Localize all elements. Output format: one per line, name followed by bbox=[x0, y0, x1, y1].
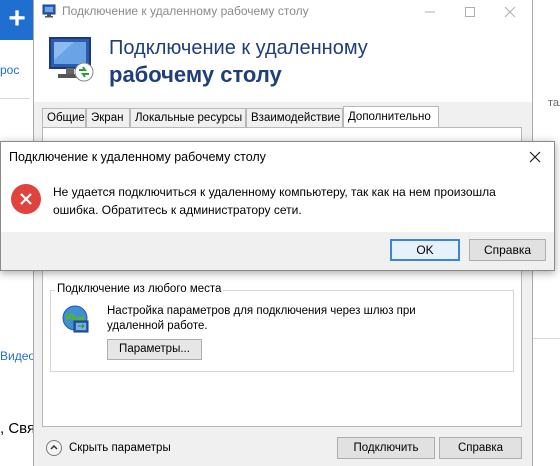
error-x-icon bbox=[11, 184, 41, 214]
error-message-line2: ошибка. Обратитесь к администратору сети… bbox=[53, 203, 302, 217]
rdp-titlebar: Подключение к удаленному рабочему столу bbox=[34, 0, 532, 24]
globe-network-icon bbox=[62, 305, 89, 333]
rdp-help-button[interactable]: Справка bbox=[439, 437, 522, 459]
rdp-header-title-line1: Подключение к удаленному bbox=[109, 37, 368, 59]
minimize-button[interactable] bbox=[410, 0, 450, 24]
gateway-settings-button[interactable]: Параметры... bbox=[107, 339, 202, 360]
tab-experience[interactable]: Взаимодействие bbox=[246, 108, 343, 127]
maximize-button[interactable] bbox=[450, 0, 490, 24]
background-text-fragment: , Свя bbox=[0, 420, 36, 437]
gateway-group-title: Подключение из любого места bbox=[55, 283, 224, 295]
rdp-header: Подключение к удаленному рабочему столу bbox=[34, 24, 532, 102]
maximize-icon bbox=[465, 7, 475, 17]
rdp-close-button[interactable] bbox=[490, 0, 530, 24]
background-divider-right bbox=[530, 338, 560, 339]
error-dialog: Подключение к удаленному рабочему столу … bbox=[0, 141, 555, 271]
error-dialog-body: Не удается подключиться к удаленному ком… bbox=[1, 172, 554, 232]
error-dialog-title: Подключение к удаленному рабочему столу bbox=[9, 150, 266, 164]
gateway-description-line2: удаленной работе. bbox=[107, 320, 208, 332]
chevron-up-glyph bbox=[50, 444, 58, 450]
error-dialog-titlebar: Подключение к удаленному рабочему столу bbox=[1, 142, 554, 172]
close-icon bbox=[504, 6, 516, 18]
connect-button[interactable]: Подключить bbox=[337, 437, 435, 459]
background-link-fragment: рос bbox=[0, 63, 20, 77]
tab-display[interactable]: Экран bbox=[86, 108, 130, 127]
tab-advanced[interactable]: Дополнительно bbox=[343, 106, 439, 128]
background-right-fragment: тале bbox=[548, 97, 560, 109]
gateway-description-line1: Настройка параметров для подключения чер… bbox=[107, 305, 416, 317]
chevron-up-icon[interactable] bbox=[46, 440, 62, 456]
error-help-button[interactable]: Справка bbox=[469, 239, 546, 261]
new-button[interactable]: + bbox=[0, 0, 34, 40]
background-video-link: Видео bbox=[0, 349, 36, 363]
close-icon bbox=[529, 151, 541, 163]
background-divider bbox=[0, 98, 30, 99]
rdp-window-title: Подключение к удаленному рабочему столу bbox=[62, 4, 309, 18]
hide-options-link[interactable]: Скрыть параметры bbox=[69, 442, 171, 454]
minimize-icon bbox=[425, 11, 435, 13]
ok-button[interactable]: OK bbox=[390, 239, 460, 261]
rdp-header-title-line2: рабочему столу bbox=[109, 62, 282, 87]
tab-local-resources[interactable]: Локальные ресурсы bbox=[130, 108, 246, 127]
error-message-line1: Не удается подключиться к удаленному ком… bbox=[53, 185, 496, 199]
remote-desktop-monitor-icon bbox=[49, 37, 94, 82]
tab-general[interactable]: Общие bbox=[42, 108, 86, 127]
remote-desktop-icon bbox=[42, 4, 56, 18]
error-dialog-close-button[interactable] bbox=[521, 145, 549, 169]
